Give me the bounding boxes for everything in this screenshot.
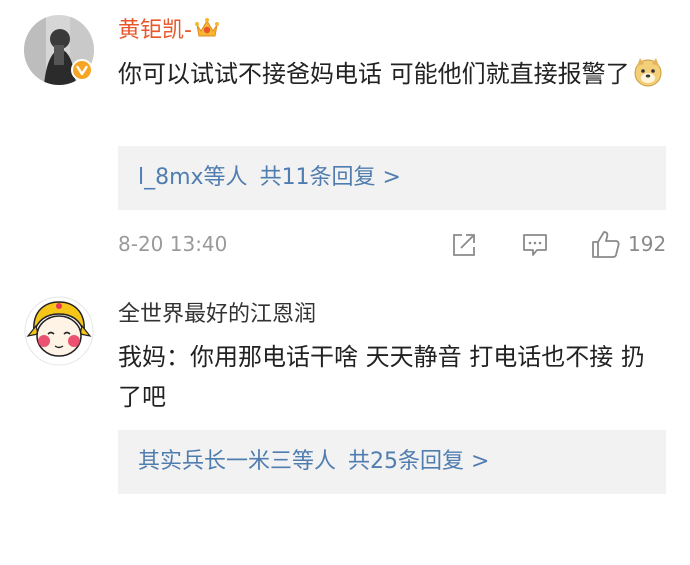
comment-text-body: 你可以试试不接爸妈电话 可能他们就直接报警了 [118,60,630,88]
reply-summary[interactable]: l_8mx等人 共11条回复 > [118,146,666,210]
username-text[interactable]: 黄钜凯- [118,18,192,43]
thumbs-up-icon[interactable] [591,229,621,259]
reply-count[interactable]: 共11条回复 > [260,165,401,190]
comment-text-body: 我妈：你用那电话干啥 天天静音 打电话也不接 扔了吧 [118,343,645,411]
vip-crown-icon [194,16,220,49]
reply-users[interactable]: 其实兵长一米三等人 [138,449,336,474]
reply-summary[interactable]: 其实兵长一米三等人 共25条回复 > [118,430,666,494]
comment-text: 你可以试试不接爸妈电话 可能他们就直接报警了 [118,54,666,100]
reply-users[interactable]: l_8mx等人 [138,165,248,190]
username[interactable]: 黄钜凯- [118,16,220,49]
comment-text: 我妈：你用那电话干啥 天天静音 打电话也不接 扔了吧 [118,337,666,417]
like-count: 192 [628,232,667,256]
verified-badge-icon [71,59,93,81]
reply-count[interactable]: 共25条回复 > [348,449,489,474]
username-text[interactable]: 全世界最好的江恩润 [118,302,316,327]
comment-icon[interactable] [522,232,548,258]
username[interactable]: 全世界最好的江恩润 [118,300,316,330]
doge-emoji-icon [632,56,664,100]
share-icon[interactable] [451,232,477,258]
avatar[interactable] [24,296,94,366]
timestamp: 8-20 13:40 [118,232,228,256]
